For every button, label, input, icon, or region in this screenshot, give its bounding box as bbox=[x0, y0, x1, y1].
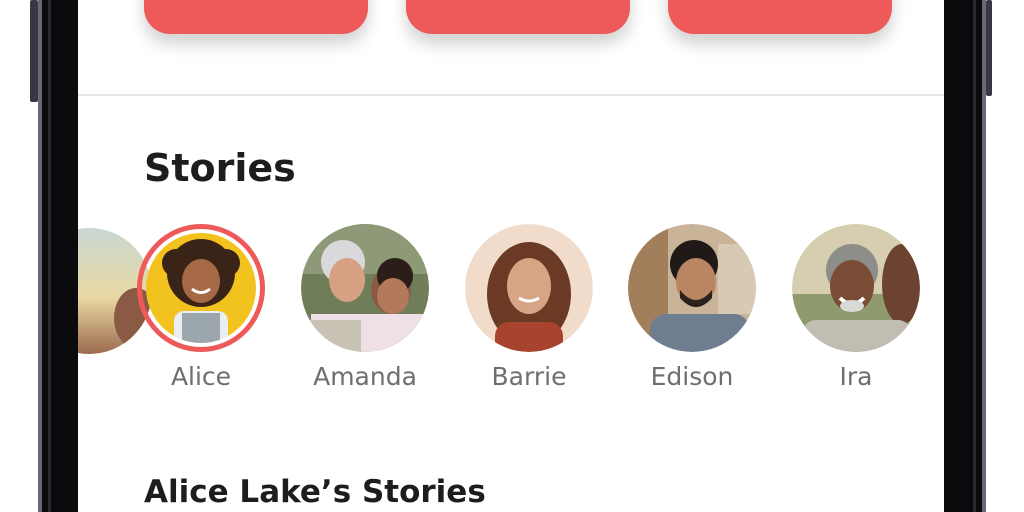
phone-side-button bbox=[30, 0, 38, 102]
phone-power-button bbox=[986, 0, 992, 96]
story-item-ira[interactable]: Ira bbox=[791, 224, 921, 391]
story-item-amanda[interactable]: Amanda bbox=[300, 224, 430, 391]
avatar[interactable] bbox=[137, 224, 265, 352]
phone-frame-right bbox=[944, 0, 986, 512]
story-label: Ira bbox=[839, 362, 873, 391]
action-button-1[interactable] bbox=[144, 0, 368, 34]
avatar[interactable] bbox=[628, 224, 756, 352]
stories-title: Stories bbox=[144, 146, 296, 190]
avatar[interactable] bbox=[792, 224, 920, 352]
action-button-3[interactable] bbox=[668, 0, 892, 34]
story-label: Amanda bbox=[313, 362, 417, 391]
story-item-barrie[interactable]: Barrie bbox=[464, 224, 594, 391]
person-stories-title: Alice Lake’s Stories bbox=[144, 474, 486, 510]
story-item-alice[interactable]: Alice bbox=[136, 224, 266, 391]
avatar[interactable] bbox=[465, 224, 593, 352]
action-button-2[interactable] bbox=[406, 0, 630, 34]
section-divider bbox=[78, 94, 944, 96]
story-label: Alice bbox=[170, 362, 232, 391]
app-screen: Stories Alice Amanda Barrie Edison Ira A… bbox=[78, 0, 944, 512]
phone-frame-left bbox=[38, 0, 78, 512]
story-label: Edison bbox=[650, 362, 734, 391]
story-label: Barrie bbox=[491, 362, 567, 391]
story-item-edison[interactable]: Edison bbox=[627, 224, 757, 391]
avatar[interactable] bbox=[301, 224, 429, 352]
